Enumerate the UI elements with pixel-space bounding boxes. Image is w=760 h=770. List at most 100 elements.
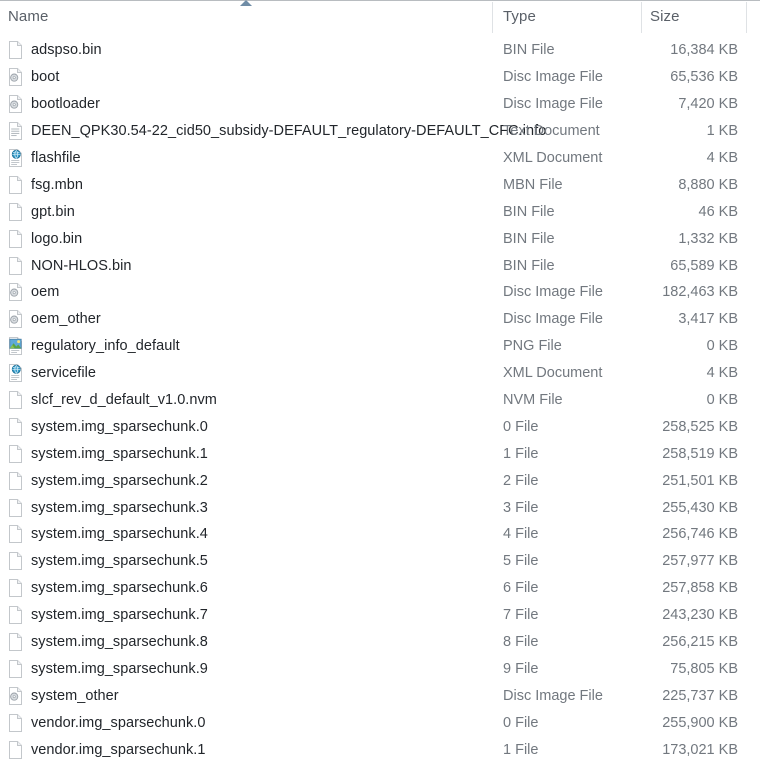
file-name-cell[interactable]: logo.bin — [8, 225, 82, 252]
file-name-cell[interactable]: oem_other — [8, 306, 101, 333]
generic-file-icon — [8, 579, 23, 598]
file-row[interactable]: slcf_rev_d_default_v1.0.nvm NVM File 0 KB — [0, 387, 760, 414]
column-divider-name-type[interactable] — [492, 2, 493, 33]
file-name-cell[interactable]: fsg.mbn — [8, 171, 83, 198]
file-row[interactable]: system.img_sparsechunk.4 4 File 256,746 KB — [0, 521, 760, 548]
file-name-label: system.img_sparsechunk.7 — [31, 607, 208, 624]
file-name-label: boot — [31, 69, 60, 86]
file-name-cell[interactable]: system.img_sparsechunk.2 — [8, 467, 208, 494]
file-row[interactable]: adspso.bin BIN File 16,384 KB — [0, 37, 760, 64]
file-name-label: vendor.img_sparsechunk.1 — [31, 741, 206, 758]
generic-file-icon — [8, 41, 23, 60]
file-size-cell: 257,977 KB — [662, 553, 738, 570]
generic-file-icon — [8, 525, 23, 544]
file-name-cell[interactable]: flashfile — [8, 145, 81, 172]
disc-image-icon — [8, 95, 23, 114]
file-list: adspso.bin BIN File 16,384 KB boot Disc Imag… — [0, 37, 760, 763]
file-row[interactable]: logo.bin BIN File 1,332 KB — [0, 225, 760, 252]
file-row[interactable]: vendor.img_sparsechunk.1 1 File 173,021 KB — [0, 736, 760, 763]
file-size-cell: 7,420 KB — [678, 96, 738, 113]
file-name-cell[interactable]: slcf_rev_d_default_v1.0.nvm — [8, 387, 217, 414]
generic-file-icon — [8, 391, 23, 410]
file-name-label: vendor.img_sparsechunk.0 — [31, 714, 206, 731]
file-row[interactable]: flashfile XML Document 4 KB — [0, 145, 760, 172]
file-row[interactable]: regulatory_info_default PNG File 0 KB — [0, 333, 760, 360]
header-top-rule — [0, 0, 760, 1]
file-name-cell[interactable]: system.img_sparsechunk.0 — [8, 413, 208, 440]
file-name-cell[interactable]: bootloader — [8, 91, 100, 118]
file-name-label: system.img_sparsechunk.8 — [31, 634, 208, 651]
file-row[interactable]: DEEN_QPK30.54-22_cid50_subsidy-DEFAULT_r… — [0, 118, 760, 145]
column-header-name[interactable]: Name — [8, 0, 48, 33]
file-row[interactable]: system.img_sparsechunk.2 2 File 251,501 KB — [0, 467, 760, 494]
file-name-label: system.img_sparsechunk.3 — [31, 499, 208, 516]
file-row[interactable]: system.img_sparsechunk.5 5 File 257,977 KB — [0, 548, 760, 575]
file-name-cell[interactable]: servicefile — [8, 360, 96, 387]
file-name-cell[interactable]: system.img_sparsechunk.9 — [8, 655, 208, 682]
file-row[interactable]: system.img_sparsechunk.1 1 File 258,519 KB — [0, 440, 760, 467]
file-row[interactable]: oem Disc Image File 182,463 KB — [0, 279, 760, 306]
file-row[interactable]: servicefile XML Document 4 KB — [0, 360, 760, 387]
file-name-label: system.img_sparsechunk.2 — [31, 472, 208, 489]
file-type-cell: 8 File — [503, 634, 539, 651]
file-type-cell: 0 File — [503, 714, 539, 731]
column-divider-size-end[interactable] — [746, 2, 747, 33]
file-row[interactable]: boot Disc Image File 65,536 KB — [0, 64, 760, 91]
generic-file-icon — [8, 552, 23, 571]
file-row[interactable]: bootloader Disc Image File 7,420 KB — [0, 91, 760, 118]
file-size-cell: 16,384 KB — [670, 42, 738, 59]
file-name-cell[interactable]: adspso.bin — [8, 37, 102, 64]
xml-document-icon — [8, 149, 23, 167]
file-name-cell[interactable]: vendor.img_sparsechunk.0 — [8, 709, 206, 736]
column-header-row: Name Type Size — [0, 0, 760, 33]
file-size-cell: 258,519 KB — [662, 445, 738, 462]
file-name-label: fsg.mbn — [31, 176, 83, 193]
column-header-size[interactable]: Size — [650, 0, 680, 33]
file-size-cell: 4 KB — [706, 365, 738, 382]
file-row[interactable]: fsg.mbn MBN File 8,880 KB — [0, 171, 760, 198]
file-row[interactable]: system.img_sparsechunk.3 3 File 255,430 KB — [0, 494, 760, 521]
file-name-cell[interactable]: system.img_sparsechunk.5 — [8, 548, 208, 575]
file-row[interactable]: system_other Disc Image File 225,737 KB — [0, 682, 760, 709]
generic-file-icon — [8, 417, 23, 436]
file-row[interactable]: system.img_sparsechunk.6 6 File 257,858 KB — [0, 575, 760, 602]
file-name-cell[interactable]: NON-HLOS.bin — [8, 252, 132, 279]
file-row[interactable]: NON-HLOS.bin BIN File 65,589 KB — [0, 252, 760, 279]
file-name-cell[interactable]: boot — [8, 64, 59, 91]
file-name-label: regulatory_info_default — [31, 338, 180, 355]
file-size-cell: 258,525 KB — [662, 418, 738, 435]
file-name-cell[interactable]: system_other — [8, 682, 119, 709]
file-name-cell[interactable]: oem — [8, 279, 59, 306]
generic-file-icon — [8, 202, 23, 221]
column-header-type[interactable]: Type — [503, 0, 536, 33]
file-name-cell[interactable]: vendor.img_sparsechunk.1 — [8, 736, 206, 763]
file-type-cell: MBN File — [503, 176, 563, 193]
file-type-cell: 0 File — [503, 418, 539, 435]
file-name-label: slcf_rev_d_default_v1.0.nvm — [31, 392, 217, 409]
file-row[interactable]: system.img_sparsechunk.0 0 File 258,525 KB — [0, 413, 760, 440]
png-image-icon — [8, 337, 23, 356]
file-name-cell[interactable]: system.img_sparsechunk.1 — [8, 440, 208, 467]
file-type-cell: BIN File — [503, 42, 555, 59]
file-name-label: flashfile — [31, 150, 81, 166]
file-row[interactable]: system.img_sparsechunk.9 9 File 75,805 KB — [0, 655, 760, 682]
file-type-cell: 5 File — [503, 553, 539, 570]
file-name-cell[interactable]: DEEN_QPK30.54-22_cid50_subsidy-DEFAULT_r… — [8, 118, 546, 145]
file-name-label: servicefile — [31, 365, 97, 382]
file-name-cell[interactable]: system.img_sparsechunk.4 — [8, 521, 208, 548]
file-name-cell[interactable]: gpt.bin — [8, 198, 75, 225]
file-name-cell[interactable]: system.img_sparsechunk.7 — [8, 602, 208, 629]
file-name-cell[interactable]: system.img_sparsechunk.8 — [8, 629, 208, 656]
file-row[interactable]: system.img_sparsechunk.8 8 File 256,215 KB — [0, 629, 760, 656]
file-name-cell[interactable]: system.img_sparsechunk.6 — [8, 575, 208, 602]
column-divider-type-size[interactable] — [641, 2, 642, 33]
disc-image-icon — [8, 283, 23, 302]
file-row[interactable]: system.img_sparsechunk.7 7 File 243,230 KB — [0, 602, 760, 629]
file-size-cell: 243,230 KB — [662, 607, 738, 624]
file-row[interactable]: vendor.img_sparsechunk.0 0 File 255,900 KB — [0, 709, 760, 736]
file-name-cell[interactable]: system.img_sparsechunk.3 — [8, 494, 208, 521]
file-size-cell: 46 KB — [698, 203, 739, 220]
file-name-cell[interactable]: regulatory_info_default — [8, 333, 180, 360]
file-row[interactable]: oem_other Disc Image File 3,417 KB — [0, 306, 760, 333]
file-row[interactable]: gpt.bin BIN File 46 KB — [0, 198, 760, 225]
